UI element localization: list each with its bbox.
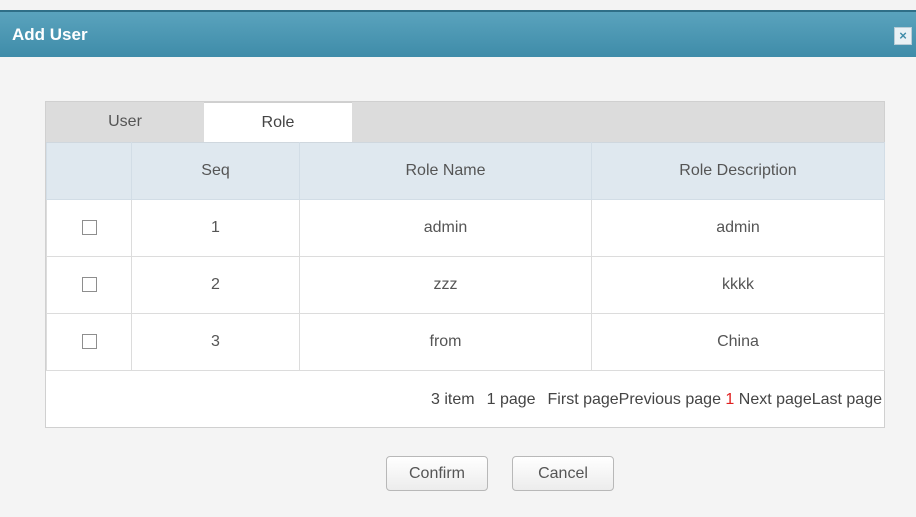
seq-cell: 1: [131, 199, 300, 257]
add-user-dialog: Add User × User Role Seq Role Name Role …: [0, 0, 916, 517]
pager-last-link[interactable]: Last page: [812, 391, 882, 408]
role-panel: User Role Seq Role Name Role Description: [45, 101, 885, 428]
top-strip: [0, 0, 916, 10]
seq-cell: 3: [131, 313, 300, 371]
cancel-button[interactable]: Cancel: [512, 456, 614, 491]
column-header-select: [46, 142, 132, 200]
role-description-cell: kkkk: [591, 256, 885, 314]
pager-first-link[interactable]: First page: [548, 391, 619, 408]
row-select-cell: [46, 199, 132, 257]
pagination: 3 item 1 page First pagePrevious page 1 Ne…: [46, 371, 884, 428]
column-header-role-description: Role Description: [591, 142, 885, 200]
confirm-button[interactable]: Confirm: [386, 456, 488, 491]
table-row: 3 from China: [46, 313, 885, 371]
column-header-seq: Seq: [131, 142, 300, 200]
column-header-role-name: Role Name: [299, 142, 592, 200]
close-icon[interactable]: ×: [894, 27, 912, 45]
row-checkbox[interactable]: [81, 277, 97, 293]
row-checkbox[interactable]: [81, 220, 97, 236]
tab-user[interactable]: User: [46, 102, 204, 142]
role-description-cell: admin: [591, 199, 885, 257]
row-select-cell: [46, 256, 132, 314]
table-row: 1 admin admin: [46, 199, 885, 257]
title-bar: Add User ×: [0, 10, 916, 57]
pager-previous-link[interactable]: Previous page: [619, 391, 721, 408]
role-name-cell: zzz: [299, 256, 592, 314]
pager-next-link[interactable]: Next page: [739, 391, 812, 408]
table-row: 2 zzz kkkk: [46, 256, 885, 314]
dialog-title: Add User: [12, 25, 88, 44]
row-select-cell: [46, 313, 132, 371]
seq-cell: 2: [131, 256, 300, 314]
row-checkbox[interactable]: [81, 334, 97, 350]
tab-role[interactable]: Role: [204, 102, 352, 142]
pager-item-count: 3 item: [431, 391, 475, 408]
pager-current-page: 1: [725, 391, 735, 408]
role-name-cell: admin: [299, 199, 592, 257]
table-header: Seq Role Name Role Description: [46, 142, 885, 200]
pager-page-count: 1 page: [486, 391, 536, 408]
role-name-cell: from: [299, 313, 592, 371]
role-table: Seq Role Name Role Description 1 admin a…: [46, 142, 885, 371]
tabs-bar: User Role: [46, 102, 884, 142]
role-description-cell: China: [591, 313, 885, 371]
